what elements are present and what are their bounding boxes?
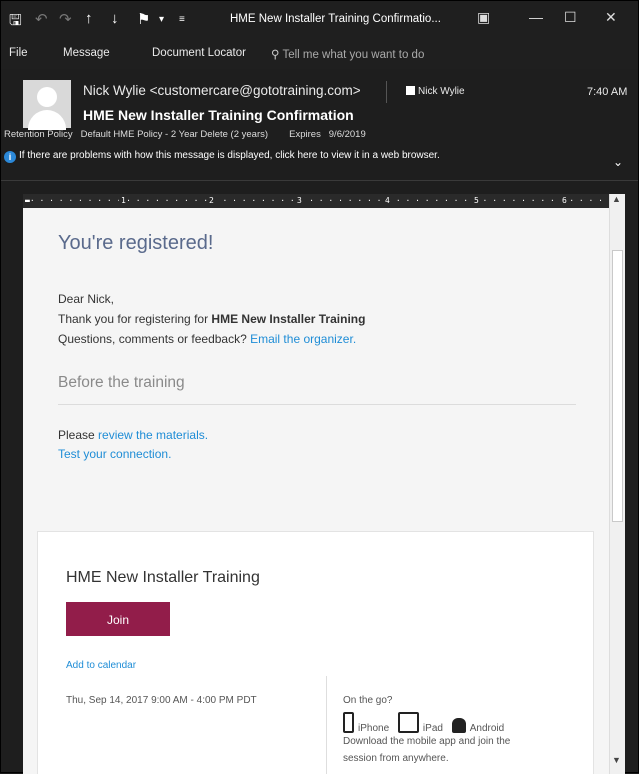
materials-line: Please review the materials. — [58, 428, 208, 442]
received-time: 7:40 AM — [587, 86, 628, 98]
greeting: Dear Nick, — [58, 292, 115, 306]
test-connection-link[interactable]: Test your connection. — [58, 447, 171, 461]
ruler-mark: 3 — [295, 194, 304, 208]
avatar — [23, 80, 71, 130]
sender[interactable]: Nick Wylie <customercare@gototraining.co… — [83, 83, 361, 98]
ipad-link[interactable]: iPad — [397, 712, 443, 734]
retention-value: Default HME Policy - 2 Year Delete (2 ye… — [80, 129, 269, 140]
retention-label: Retention Policy — [4, 129, 73, 140]
more-icon[interactable]: ≡ — [179, 14, 185, 25]
info-text: If there are problems with how this mess… — [19, 150, 440, 161]
thanks-line: Thank you for registering for HME New In… — [58, 312, 365, 326]
phone-icon — [343, 712, 354, 733]
recipient-name: Nick Wylie — [418, 86, 465, 97]
retention-policy: Retention Policy Default HME Policy - 2 … — [4, 129, 366, 140]
redo-icon[interactable]: ↷ — [59, 10, 72, 28]
android-link[interactable]: Android — [451, 718, 504, 734]
subject: HME New Installer Training Confirmation — [83, 107, 354, 123]
minimize-icon[interactable]: — — [529, 9, 543, 25]
divider — [386, 81, 387, 103]
message-body: You're registered! Dear Nick, Thank you … — [23, 208, 609, 774]
thanks-text: Thank you for registering for — [58, 312, 212, 326]
session-datetime: Thu, Sep 14, 2017 9:00 AM - 4:00 PM PDT — [66, 695, 257, 706]
device-links: iPhone iPad Android — [343, 712, 510, 734]
close-icon[interactable]: ✕ — [605, 9, 617, 26]
ruler-mark: 5 — [472, 194, 481, 208]
ruler-mark: 2 — [207, 194, 216, 208]
menu-bar: File Message Document Locator ⚲ Tell me … — [1, 39, 638, 69]
join-button[interactable]: Join — [66, 602, 170, 636]
on-the-go-label: On the go? — [343, 695, 393, 706]
add-to-calendar-link[interactable]: Add to calendar — [66, 660, 136, 671]
title-bar: 🖫 ↶ ↷ ↑ ↓ ⚑ ▾ ≡ HME New Installer Traini… — [1, 1, 638, 39]
ribbon-display-icon[interactable]: ▣ — [477, 9, 490, 26]
divider — [326, 676, 327, 774]
outlook-window: 🖫 ↶ ↷ ↑ ↓ ⚑ ▾ ≡ HME New Installer Traini… — [0, 0, 639, 774]
menu-file[interactable]: File — [9, 47, 28, 59]
save-icon[interactable]: 🖫 — [9, 10, 22, 35]
window-title: HME New Installer Training Confirmatio..… — [230, 13, 441, 25]
email-organizer-link[interactable]: Email the organizer. — [250, 332, 356, 346]
down-arrow-icon[interactable]: ↓ — [111, 10, 119, 27]
training-name: HME New Installer Training — [211, 312, 366, 326]
ruler-mark: 4 — [383, 194, 392, 208]
session-title: HME New Installer Training — [66, 569, 260, 586]
please-text: Please — [58, 428, 99, 442]
undo-icon[interactable]: ↶ — [35, 10, 48, 28]
info-icon: i — [4, 151, 16, 163]
tell-me-box[interactable]: ⚲ Tell me what you want to do — [271, 47, 424, 61]
scroll-down-icon[interactable]: ▼ — [612, 755, 621, 765]
expires-value: 9/6/2019 — [328, 129, 366, 140]
review-materials-link[interactable]: review the materials. — [98, 428, 208, 442]
expires-label: Expires — [289, 129, 321, 140]
maximize-icon[interactable]: ☐ — [564, 9, 577, 26]
divider — [58, 404, 576, 405]
tablet-icon — [397, 712, 419, 733]
ruler-mark: 1 — [119, 194, 128, 208]
scrollbar-thumb[interactable] — [612, 250, 623, 522]
dropdown-icon[interactable]: ▾ — [159, 14, 164, 25]
recipient-status-icon — [406, 86, 415, 95]
questions-line: Questions, comments or feedback? Email t… — [58, 332, 356, 346]
rules-icon[interactable]: ⚑ — [137, 10, 150, 28]
vertical-scrollbar[interactable]: ▲ ▼ — [609, 194, 625, 774]
tell-me-placeholder: Tell me what you want to do — [282, 49, 425, 61]
divider — [1, 180, 638, 181]
menu-message[interactable]: Message — [63, 47, 110, 59]
session-card: HME New Installer Training Join Add to c… — [37, 531, 594, 774]
up-arrow-icon[interactable]: ↑ — [85, 10, 93, 27]
lightbulb-icon: ⚲ — [271, 49, 280, 61]
message-header: Nick Wylie <customercare@gototraining.co… — [1, 71, 638, 181]
chevron-down-icon[interactable]: ⌄ — [613, 155, 623, 169]
recipient[interactable]: Nick Wylie — [406, 86, 465, 97]
menu-document-locator[interactable]: Document Locator — [152, 47, 246, 59]
info-bar[interactable]: i If there are problems with how this mes… — [4, 150, 440, 163]
ruler-mark: 6 — [560, 194, 569, 208]
scroll-up-icon[interactable]: ▲ — [612, 194, 621, 204]
download-text: Download the mobile app and join the ses… — [343, 736, 511, 764]
questions-text: Questions, comments or feedback? — [58, 332, 251, 346]
before-training-heading: Before the training — [58, 374, 185, 391]
registered-heading: You're registered! — [58, 232, 214, 254]
test-connection-line: Test your connection. — [58, 447, 171, 461]
android-icon — [451, 718, 466, 733]
iphone-link[interactable]: iPhone — [343, 712, 389, 734]
ruler: ▬· · · · · · · · · · · · · · · · · · · ·… — [23, 194, 609, 208]
